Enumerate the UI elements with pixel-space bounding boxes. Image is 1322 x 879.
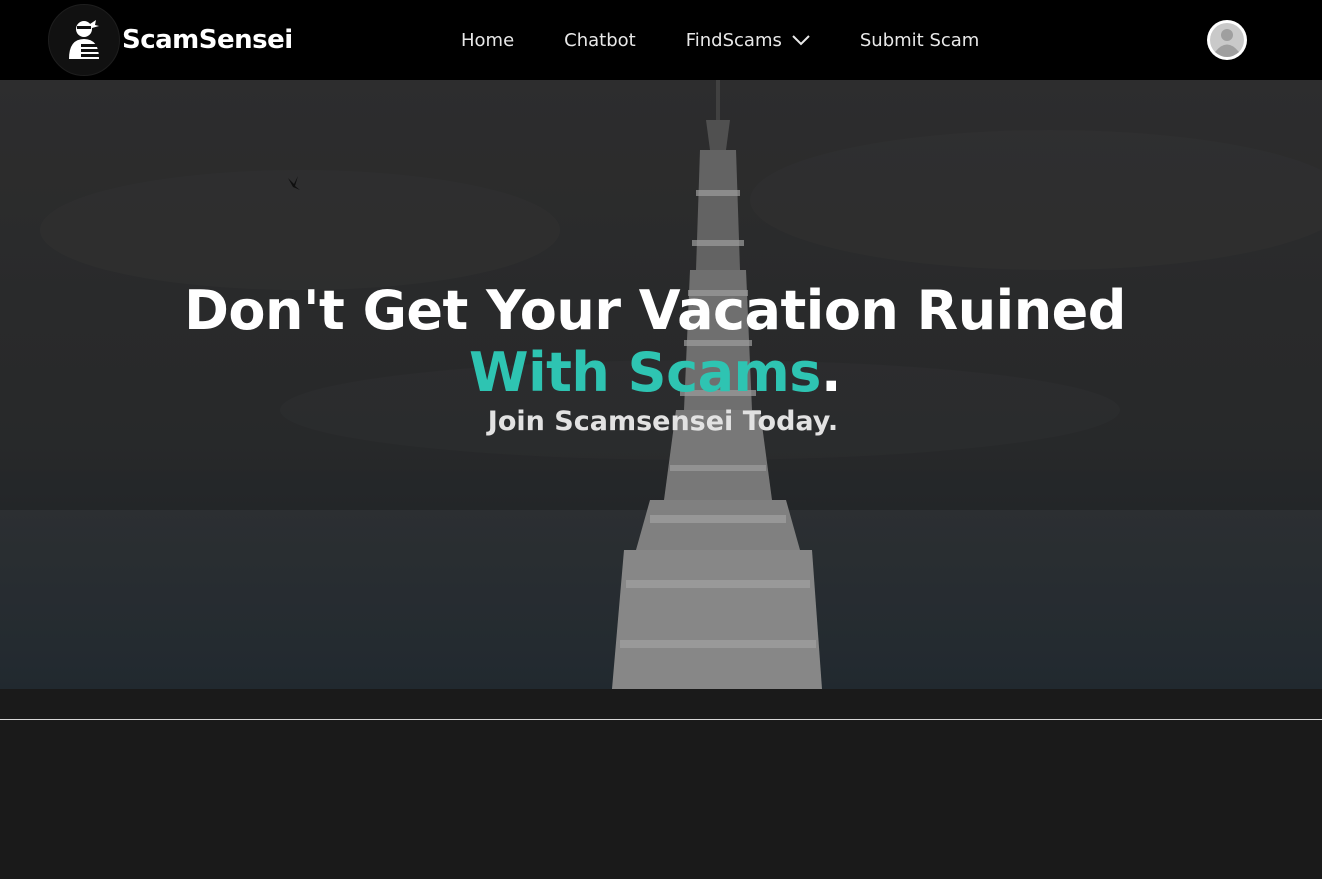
navbar: ScamSensei Home Chatbot FindScams Submit… bbox=[0, 0, 1322, 80]
nav-findscams-dropdown[interactable]: FindScams bbox=[686, 30, 810, 51]
nav-home-label: Home bbox=[461, 29, 515, 51]
main-nav: Home Chatbot FindScams Submit Scam bbox=[461, 0, 979, 80]
nav-submit-scam-label: Submit Scam bbox=[859, 29, 980, 51]
nav-findscams-label: FindScams bbox=[685, 29, 782, 51]
user-avatar-icon[interactable] bbox=[1207, 20, 1247, 60]
brand-home-link[interactable]: ScamSensei bbox=[48, 4, 293, 76]
content-area bbox=[0, 720, 1322, 879]
chevron-down-icon bbox=[792, 34, 810, 46]
hero-text-block: Don't Get Your Vacation Ruined With Scam… bbox=[0, 80, 1322, 689]
hero-title-line2: With Scams. bbox=[0, 342, 1310, 404]
hero-section: Don't Get Your Vacation Ruined With Scam… bbox=[0, 80, 1322, 689]
brand-name: ScamSensei bbox=[122, 25, 293, 55]
hero-title-accent: With Scams bbox=[469, 341, 821, 404]
hero-title: Don't Get Your Vacation Ruined bbox=[184, 279, 1126, 342]
nav-chatbot-label: Chatbot bbox=[564, 29, 636, 51]
hero-subtitle: Join Scamsensei Today. bbox=[487, 406, 839, 437]
hero-title-end: . bbox=[820, 341, 842, 404]
ninja-logo-icon bbox=[48, 4, 120, 76]
nav-chatbot-link[interactable]: Chatbot bbox=[564, 30, 636, 51]
nav-home-link[interactable]: Home bbox=[461, 30, 514, 51]
nav-submit-scam-link[interactable]: Submit Scam bbox=[860, 30, 979, 51]
